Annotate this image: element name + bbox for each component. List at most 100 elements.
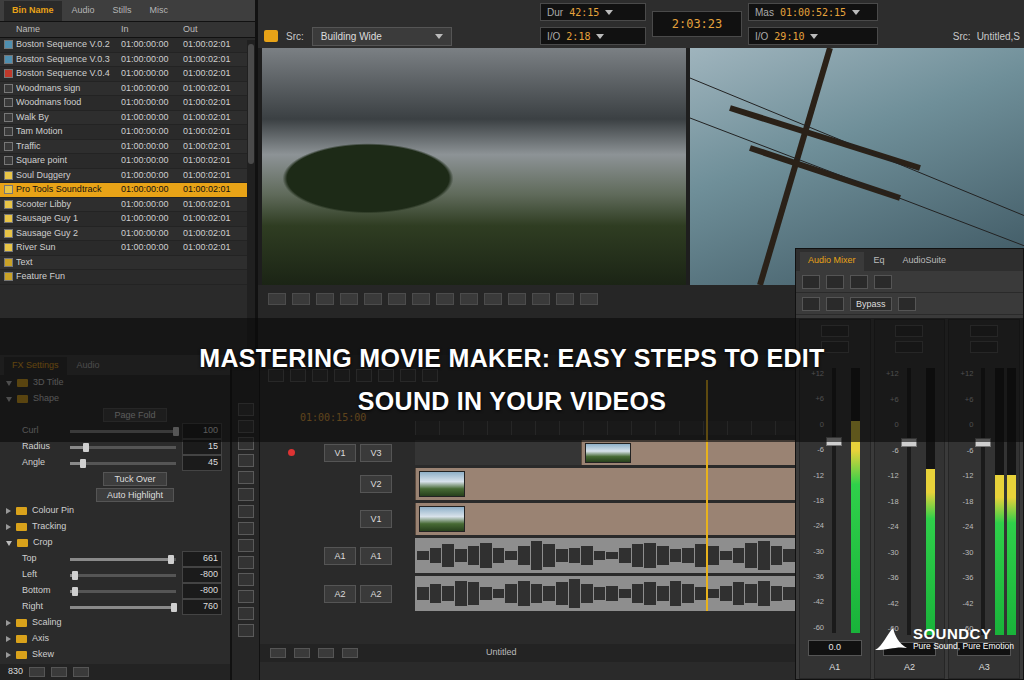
bin-scrollbar[interactable]	[247, 40, 255, 355]
timecode-readout[interactable]: I/O29:10	[748, 27, 878, 45]
bin-row[interactable]: Scooter Libby01:00:00:0001:00:02:01	[0, 198, 255, 213]
slider-handle[interactable]	[72, 571, 78, 580]
source-icon[interactable]	[264, 30, 278, 42]
mixer-button[interactable]	[874, 275, 892, 289]
tool-icon[interactable]	[238, 607, 254, 620]
source-patch[interactable]	[324, 510, 356, 528]
bin-column-title[interactable]: In	[121, 23, 183, 37]
bin-row[interactable]: River Sun01:00:00:0001:00:02:01	[0, 241, 255, 256]
source-patch[interactable]	[324, 475, 356, 493]
slider-handle[interactable]	[80, 459, 86, 468]
slider-handle[interactable]	[171, 603, 177, 612]
tool-icon[interactable]	[238, 556, 254, 569]
disclosure-icon[interactable]	[6, 541, 12, 546]
footer-button[interactable]	[294, 648, 310, 658]
tool-icon[interactable]	[238, 454, 254, 467]
bin-row[interactable]: Soul Duggery01:00:00:0001:00:02:01	[0, 169, 255, 184]
fx-group[interactable]: Tracking	[0, 519, 230, 535]
bypass-button[interactable]: Bypass	[850, 297, 892, 311]
disclosure-icon[interactable]	[6, 636, 11, 642]
nav-button[interactable]	[29, 667, 45, 677]
bin-row[interactable]: Woodmans food01:00:00:0001:00:02:01	[0, 96, 255, 111]
source-patch[interactable]: V1	[324, 444, 356, 462]
bin-row[interactable]: Boston Sequence V.0.301:00:00:0001:00:02…	[0, 53, 255, 68]
transport-button[interactable]	[556, 293, 574, 305]
bin-row[interactable]: Feature Fun	[0, 270, 255, 285]
disclosure-icon[interactable]	[6, 652, 11, 658]
record-selector[interactable]: Src:Untitled,S	[884, 29, 1024, 44]
parameter-slider[interactable]	[70, 462, 176, 465]
parameter-slider[interactable]	[70, 606, 176, 609]
transport-button[interactable]	[388, 293, 406, 305]
transport-button[interactable]	[364, 293, 382, 305]
record-enable-icon[interactable]	[288, 449, 295, 456]
bin-tab[interactable]: Stills	[105, 1, 140, 22]
nav-button[interactable]	[73, 667, 89, 677]
source-patch[interactable]: A2	[324, 585, 356, 603]
track-name[interactable]: A2	[360, 585, 392, 603]
mixer-button[interactable]	[898, 297, 916, 311]
transport-button[interactable]	[460, 293, 478, 305]
bin-row[interactable]: Traffic01:00:00:0001:00:02:01	[0, 140, 255, 155]
fx-group[interactable]: Scaling	[0, 615, 230, 631]
mixer-button[interactable]	[826, 297, 844, 311]
parameter-value[interactable]: 760	[182, 599, 222, 615]
track-name[interactable]: A1	[360, 547, 392, 565]
mixer-tab[interactable]: AudioSuite	[895, 252, 955, 272]
parameter-slider[interactable]	[70, 590, 176, 593]
bin-row[interactable]: Square point01:00:00:0001:00:02:01	[0, 154, 255, 169]
bin-tab[interactable]: Audio	[64, 1, 103, 22]
mixer-tab[interactable]: Audio Mixer	[800, 252, 864, 272]
track-name[interactable]: V3	[360, 444, 392, 462]
bin-row[interactable]: Walk By01:00:00:0001:00:02:01	[0, 111, 255, 126]
transport-button[interactable]	[316, 293, 334, 305]
disclosure-icon[interactable]	[6, 620, 11, 626]
footer-button[interactable]	[342, 648, 358, 658]
transport-button[interactable]	[436, 293, 454, 305]
bin-row[interactable]: Boston Sequence V.0.201:00:00:0001:00:02…	[0, 38, 255, 53]
track-name[interactable]: V1	[360, 510, 392, 528]
tool-icon[interactable]	[238, 471, 254, 484]
transport-button[interactable]	[292, 293, 310, 305]
slider-handle[interactable]	[72, 587, 78, 596]
mixer-button[interactable]	[802, 297, 820, 311]
slider-handle[interactable]	[83, 443, 89, 452]
source-patch[interactable]: A1	[324, 547, 356, 565]
transport-button[interactable]	[508, 293, 526, 305]
parameter-value[interactable]: 661	[182, 551, 222, 567]
fx-group[interactable]: Axis	[0, 631, 230, 647]
disclosure-icon[interactable]	[6, 508, 11, 514]
footer-button[interactable]	[270, 648, 286, 658]
scroll-thumb[interactable]	[248, 44, 254, 164]
transport-button[interactable]	[580, 293, 598, 305]
track-name[interactable]: V2	[360, 475, 392, 493]
bin-column-title[interactable]: Out	[183, 23, 245, 37]
bin-row[interactable]: Sausage Guy 101:00:00:0001:00:02:01	[0, 212, 255, 227]
transport-button[interactable]	[268, 293, 286, 305]
video-clip[interactable]	[415, 468, 850, 500]
mixer-tab[interactable]: Eq	[866, 252, 893, 272]
bin-tab[interactable]: Bin Name	[4, 1, 62, 22]
nav-button[interactable]	[51, 667, 67, 677]
parameter-slider[interactable]	[70, 558, 176, 561]
parameter-value[interactable]: -800	[182, 567, 222, 583]
mixer-button[interactable]	[802, 275, 820, 289]
bin-row[interactable]: Text	[0, 256, 255, 271]
bin-row[interactable]: Pro Tools Soundtrack01:00:00:0001:00:02:…	[0, 183, 255, 198]
channel-reading[interactable]: 0.0	[808, 640, 862, 656]
tool-icon[interactable]	[238, 573, 254, 586]
bin-tab[interactable]: Misc	[142, 1, 177, 22]
timecode-readout[interactable]: Dur42:15	[540, 3, 646, 21]
video-clip[interactable]	[415, 503, 850, 535]
tool-icon[interactable]	[238, 539, 254, 552]
bin-row[interactable]: Boston Sequence V.0.401:00:00:0001:00:02…	[0, 67, 255, 82]
tool-icon[interactable]	[238, 488, 254, 501]
transport-button[interactable]	[484, 293, 502, 305]
tool-icon[interactable]	[238, 505, 254, 518]
bin-row[interactable]: Woodmans sign01:00:00:0001:00:02:01	[0, 82, 255, 97]
parameter-slider[interactable]	[70, 574, 176, 577]
fx-button[interactable]: Tuck Over	[103, 472, 166, 486]
fx-group[interactable]: Skew	[0, 647, 230, 663]
fx-group[interactable]: Crop	[0, 535, 230, 551]
parameter-value[interactable]: -800	[182, 583, 222, 599]
